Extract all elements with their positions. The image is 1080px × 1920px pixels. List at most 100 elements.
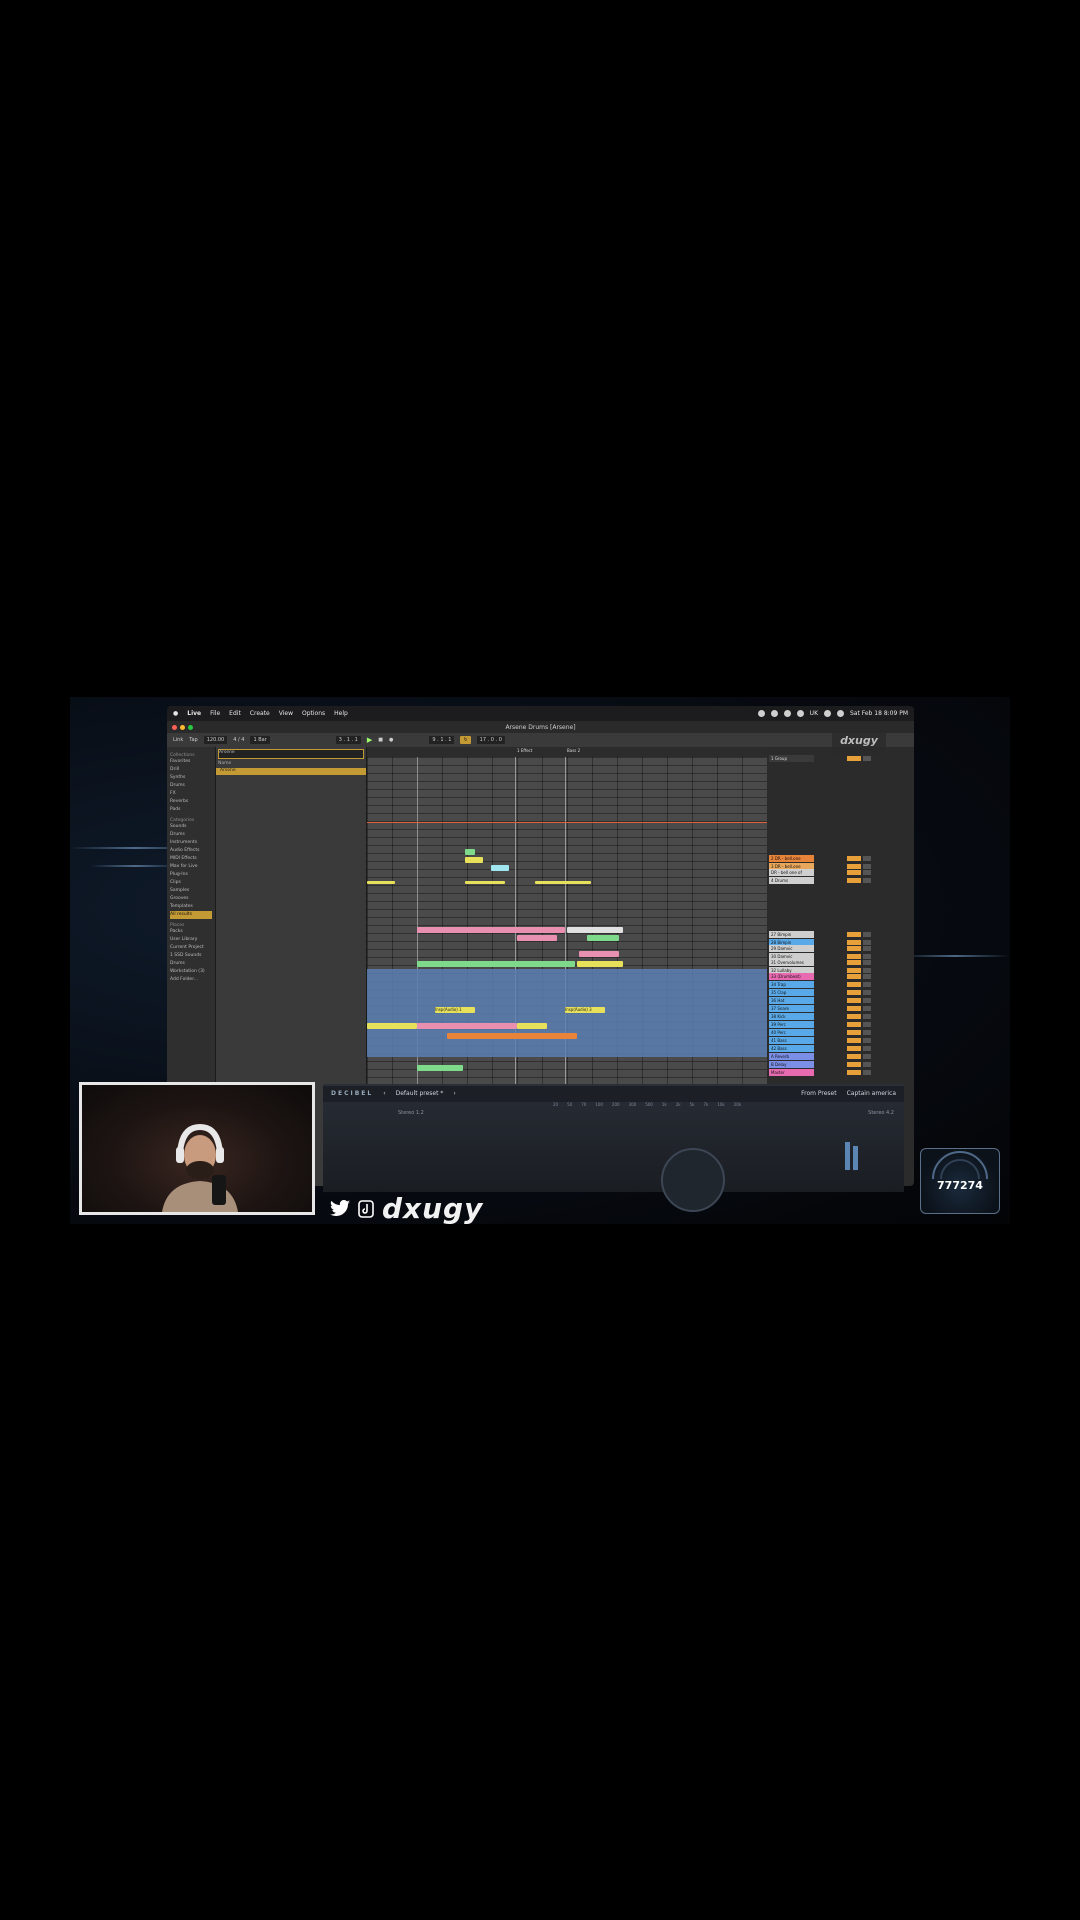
clip[interactable]	[417, 1023, 517, 1029]
menu-options[interactable]: Options	[302, 710, 325, 717]
track-header[interactable]: 38 Kick	[769, 1013, 814, 1020]
track-solo-button[interactable]	[863, 968, 871, 973]
locator[interactable]: 1 Effect	[517, 748, 532, 753]
preset-name[interactable]: Default preset *	[396, 1090, 444, 1097]
place-item[interactable]: Workstation (3)	[170, 968, 212, 976]
track-solo-button[interactable]	[863, 870, 871, 875]
stop-icon[interactable]: ■	[378, 737, 383, 743]
track-solo-button[interactable]	[863, 756, 871, 761]
wifi-icon[interactable]	[824, 710, 831, 717]
position-field[interactable]: 3 . 1 . 1	[335, 736, 361, 744]
track-mute-button[interactable]	[847, 864, 861, 869]
clip[interactable]	[579, 951, 619, 957]
clip[interactable]: Insp(Audio) 3	[565, 1007, 605, 1013]
category-item[interactable]: Templates	[170, 903, 212, 911]
track-solo-button[interactable]	[863, 1030, 871, 1035]
category-item[interactable]: Audio Effects	[170, 847, 212, 855]
track-mute-button[interactable]	[847, 1054, 861, 1059]
track-header[interactable]: 33 (Drumbeat)	[769, 973, 814, 980]
track-mute-button[interactable]	[847, 954, 861, 959]
clip[interactable]	[417, 927, 565, 933]
track-header[interactable]: 40 Perc	[769, 1029, 814, 1036]
track-mute-button[interactable]	[847, 870, 861, 875]
track-header[interactable]: 27 Bimpin	[769, 931, 814, 938]
track-solo-button[interactable]	[863, 982, 871, 987]
menu-help[interactable]: Help	[334, 710, 348, 717]
link-button[interactable]: Link	[173, 737, 183, 743]
timeline-ruler[interactable]: 1 Effect Bass 2	[367, 747, 767, 757]
preset-prev-icon[interactable]: ‹	[383, 1090, 385, 1097]
track-solo-button[interactable]	[863, 954, 871, 959]
track-mute-button[interactable]	[847, 946, 861, 951]
track-solo-button[interactable]	[863, 856, 871, 861]
category-item[interactable]: Grooves	[170, 895, 212, 903]
place-item[interactable]: User Library	[170, 936, 212, 944]
clip[interactable]	[517, 1023, 547, 1029]
track-mute-button[interactable]	[847, 940, 861, 945]
track-mute-button[interactable]	[847, 932, 861, 937]
collection-item[interactable]: Synths	[170, 774, 212, 782]
clock[interactable]: Sat Feb 18 8:09 PM	[850, 710, 908, 717]
track-header[interactable]: 31 Overvolumes	[769, 959, 814, 966]
clip[interactable]	[417, 961, 575, 967]
clip[interactable]	[447, 1033, 577, 1039]
category-item-selected[interactable]: All results	[170, 911, 212, 919]
track-solo-button[interactable]	[863, 1006, 871, 1011]
track-mute-button[interactable]	[847, 974, 861, 979]
clip[interactable]	[577, 961, 623, 967]
apple-icon[interactable]: ●	[173, 710, 178, 717]
track-solo-button[interactable]	[863, 1022, 871, 1027]
search-icon[interactable]	[837, 710, 844, 717]
category-item[interactable]: Sounds	[170, 823, 212, 831]
track-solo-button[interactable]	[863, 932, 871, 937]
quantize-select[interactable]: 1 Bar	[250, 736, 270, 744]
clip[interactable]	[491, 865, 509, 871]
place-item[interactable]: Packs	[170, 928, 212, 936]
collection-item[interactable]: Drill	[170, 766, 212, 774]
track-header[interactable]: 4 Drums	[769, 877, 814, 884]
track-solo-button[interactable]	[863, 1038, 871, 1043]
status-icon[interactable]	[770, 710, 778, 717]
track-mute-button[interactable]	[847, 1038, 861, 1043]
locator[interactable]: Bass 2	[567, 748, 580, 753]
track-solo-button[interactable]	[863, 940, 871, 945]
collection-item[interactable]: Pads	[170, 806, 212, 814]
tap-button[interactable]: Tap	[189, 737, 197, 743]
menu-create[interactable]: Create	[250, 710, 270, 717]
status-icon[interactable]	[796, 710, 804, 717]
device-body[interactable]: Stereo 1.2 Stereo 4.2 20 50 70 100 200 3…	[323, 1102, 904, 1212]
loop-length-field[interactable]: 17 . 0 . 0	[476, 736, 505, 744]
track-header[interactable]: 36 Hat	[769, 997, 814, 1004]
track-header[interactable]: Master	[769, 1069, 814, 1076]
collection-item[interactable]: Favorites	[170, 758, 212, 766]
track-mute-button[interactable]	[847, 960, 861, 965]
clip[interactable]	[535, 881, 591, 884]
track-solo-button[interactable]	[863, 864, 871, 869]
track-header[interactable]: 41 Bass	[769, 1037, 814, 1044]
preset-next-icon[interactable]: ›	[453, 1090, 455, 1097]
collection-item[interactable]: Drums	[170, 782, 212, 790]
clip[interactable]	[367, 1023, 417, 1029]
clip[interactable]	[567, 927, 623, 933]
track-mute-button[interactable]	[847, 1070, 861, 1075]
track-mute-button[interactable]	[847, 998, 861, 1003]
track-header[interactable]: 2 DR - bell.one	[769, 855, 814, 862]
track-header[interactable]: A Reverb	[769, 1053, 814, 1060]
result-item-selected[interactable]: Arsene	[216, 768, 366, 775]
track-header[interactable]: 34 Trap	[769, 981, 814, 988]
track-mute-button[interactable]	[847, 1030, 861, 1035]
track-solo-button[interactable]	[863, 1054, 871, 1059]
menu-view[interactable]: View	[279, 710, 293, 717]
record-icon[interactable]: ●	[389, 737, 393, 743]
track-header[interactable]: 37 Snare	[769, 1005, 814, 1012]
column-header-name[interactable]: Name	[216, 761, 366, 768]
track-mute-button[interactable]	[847, 990, 861, 995]
status-icon[interactable]	[757, 710, 765, 717]
collection-item[interactable]: FX	[170, 790, 212, 798]
track-mute-button[interactable]	[847, 1062, 861, 1067]
track-solo-button[interactable]	[863, 1046, 871, 1051]
clip[interactable]	[367, 881, 395, 884]
track-solo-button[interactable]	[863, 878, 871, 883]
clip[interactable]	[417, 1065, 463, 1071]
clip[interactable]	[587, 935, 619, 941]
